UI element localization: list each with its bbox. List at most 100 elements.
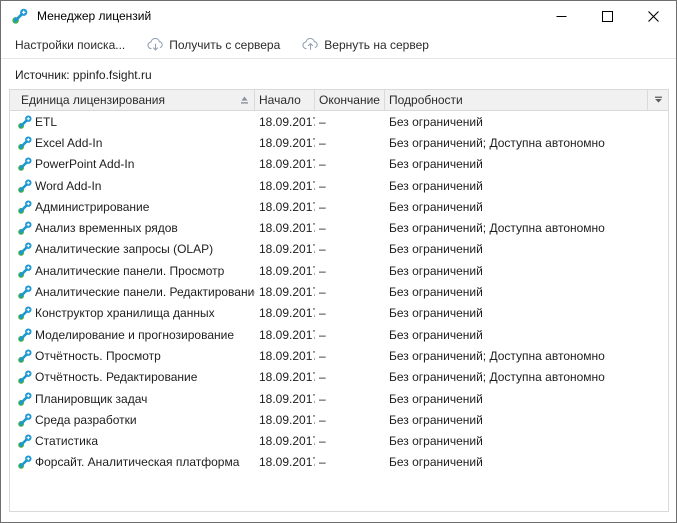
license-details: Без ограничений xyxy=(385,264,648,278)
license-name: Аналитические панели. Редактирование xyxy=(35,285,255,299)
table-row[interactable]: Аналитические панели. Просмотр 18.09.201… xyxy=(10,260,668,281)
license-end-date: – xyxy=(315,413,385,427)
table-row[interactable]: Моделирование и прогнозирование 18.09.20… xyxy=(10,324,668,345)
license-keys-icon xyxy=(17,135,33,151)
license-end-date: – xyxy=(315,264,385,278)
table-body: ETL 18.09.2017 – Без ограничений Excel A… xyxy=(10,111,668,473)
license-end-date: – xyxy=(315,242,385,256)
app-keys-icon xyxy=(11,7,29,25)
license-keys-icon xyxy=(17,199,33,215)
license-name: Excel Add-In xyxy=(35,136,102,150)
table-row[interactable]: Аналитические панели. Редактирование 18.… xyxy=(10,281,668,302)
table-row[interactable]: Администрирование 18.09.2017 – Без огран… xyxy=(10,196,668,217)
license-details: Без ограничений xyxy=(385,455,648,469)
license-start-date: 18.09.2017 xyxy=(255,264,315,278)
license-end-date: – xyxy=(315,328,385,342)
license-details: Без ограничений; Доступна автономно xyxy=(385,221,648,235)
license-end-date: – xyxy=(315,157,385,171)
license-details: Без ограничений; Доступна автономно xyxy=(385,136,648,150)
license-end-date: – xyxy=(315,349,385,363)
license-end-date: – xyxy=(315,306,385,320)
license-end-date: – xyxy=(315,200,385,214)
cloud-download-icon xyxy=(147,38,164,52)
license-details: Без ограничений xyxy=(385,242,648,256)
table-row[interactable]: Статистика 18.09.2017 – Без ограничений xyxy=(10,430,668,451)
license-start-date: 18.09.2017 xyxy=(255,434,315,448)
minimize-icon xyxy=(556,11,567,22)
close-button[interactable] xyxy=(630,1,676,31)
license-end-date: – xyxy=(315,285,385,299)
column-header-end[interactable]: Окончание xyxy=(315,90,385,110)
license-name: Word Add-In xyxy=(35,179,101,193)
license-details: Без ограничений xyxy=(385,157,648,171)
license-end-date: – xyxy=(315,136,385,150)
column-header-name[interactable]: Единица лицензирования xyxy=(10,90,255,110)
table-row[interactable]: Форсайт. Аналитическая платформа 18.09.2… xyxy=(10,452,668,473)
table-row[interactable]: Отчётность. Редактирование 18.09.2017 – … xyxy=(10,367,668,388)
license-end-date: – xyxy=(315,221,385,235)
source-label: Источник: ppinfo.fsight.ru xyxy=(1,59,676,89)
get-from-server-button[interactable]: Получить с сервера xyxy=(139,34,288,56)
close-icon xyxy=(648,11,659,22)
license-keys-icon xyxy=(17,369,33,385)
table-row[interactable]: Excel Add-In 18.09.2017 – Без ограничени… xyxy=(10,132,668,153)
license-name: Отчётность. Просмотр xyxy=(35,349,161,363)
license-details: Без ограничений xyxy=(385,115,648,129)
table-row[interactable]: Аналитические запросы (OLAP) 18.09.2017 … xyxy=(10,239,668,260)
table-row[interactable]: Отчётность. Просмотр 18.09.2017 – Без ог… xyxy=(10,345,668,366)
license-start-date: 18.09.2017 xyxy=(255,413,315,427)
license-keys-icon xyxy=(17,391,33,407)
license-keys-icon xyxy=(17,220,33,236)
license-start-date: 18.09.2017 xyxy=(255,349,315,363)
license-name: ETL xyxy=(35,115,57,129)
license-start-date: 18.09.2017 xyxy=(255,285,315,299)
license-end-date: – xyxy=(315,179,385,193)
table-row[interactable]: PowerPoint Add-In 18.09.2017 – Без огран… xyxy=(10,154,668,175)
sort-ascending-icon xyxy=(240,96,249,105)
license-start-date: 18.09.2017 xyxy=(255,455,315,469)
license-start-date: 18.09.2017 xyxy=(255,242,315,256)
table-header: Единица лицензирования Начало Окончание … xyxy=(10,90,668,111)
license-start-date: 18.09.2017 xyxy=(255,306,315,320)
license-details: Без ограничений xyxy=(385,328,648,342)
license-start-date: 18.09.2017 xyxy=(255,370,315,384)
license-name: Администрирование xyxy=(35,200,149,214)
license-name: PowerPoint Add-In xyxy=(35,157,134,171)
license-table: Единица лицензирования Начало Окончание … xyxy=(9,89,669,512)
column-header-details[interactable]: Подробности xyxy=(385,90,648,110)
license-name: Среда разработки xyxy=(35,413,137,427)
license-details: Без ограничений xyxy=(385,285,648,299)
license-details: Без ограничений xyxy=(385,434,648,448)
license-details: Без ограничений xyxy=(385,200,648,214)
license-name: Конструктор хранилища данных xyxy=(35,306,215,320)
search-settings-button[interactable]: Настройки поиска... xyxy=(7,34,133,56)
license-name: Статистика xyxy=(35,434,98,448)
license-name: Планировщик задач xyxy=(35,392,147,406)
maximize-icon xyxy=(602,11,613,22)
license-start-date: 18.09.2017 xyxy=(255,136,315,150)
maximize-button[interactable] xyxy=(584,1,630,31)
license-keys-icon xyxy=(17,178,33,194)
table-row[interactable]: Word Add-In 18.09.2017 – Без ограничений xyxy=(10,175,668,196)
license-end-date: – xyxy=(315,434,385,448)
table-row[interactable]: ETL 18.09.2017 – Без ограничений xyxy=(10,111,668,132)
license-details: Без ограничений; Доступна автономно xyxy=(385,349,648,363)
license-keys-icon xyxy=(17,433,33,449)
license-name: Моделирование и прогнозирование xyxy=(35,328,234,342)
table-row[interactable]: Среда разработки 18.09.2017 – Без ограни… xyxy=(10,409,668,430)
return-to-server-button[interactable]: Вернуть на сервер xyxy=(294,34,437,56)
table-row[interactable]: Конструктор хранилища данных 18.09.2017 … xyxy=(10,303,668,324)
column-header-start[interactable]: Начало xyxy=(255,90,315,110)
table-row[interactable]: Планировщик задач 18.09.2017 – Без огран… xyxy=(10,388,668,409)
table-row[interactable]: Анализ временных рядов 18.09.2017 – Без … xyxy=(10,217,668,238)
window-title: Менеджер лицензий xyxy=(37,9,538,23)
column-chooser-button[interactable] xyxy=(648,90,668,110)
license-keys-icon xyxy=(17,263,33,279)
license-manager-window: Менеджер лицензий Настройки поиска... По… xyxy=(0,0,677,523)
toolbar: Настройки поиска... Получить с сервера В… xyxy=(1,31,676,59)
license-end-date: – xyxy=(315,370,385,384)
license-details: Без ограничений xyxy=(385,179,648,193)
license-keys-icon xyxy=(17,284,33,300)
titlebar: Менеджер лицензий xyxy=(1,1,676,31)
minimize-button[interactable] xyxy=(538,1,584,31)
